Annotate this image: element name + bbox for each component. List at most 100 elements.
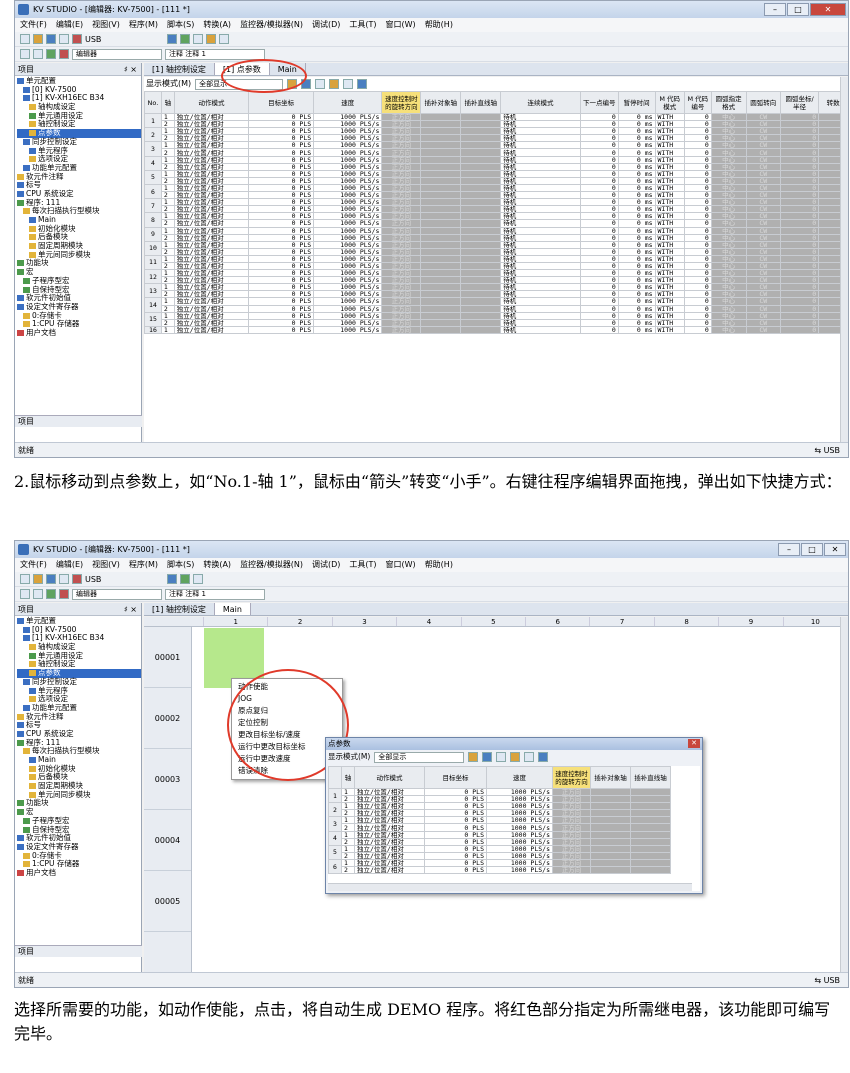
interp-line-cell[interactable] [460,226,502,235]
continuous-cell[interactable]: 待机 [500,219,581,228]
tree-item[interactable]: 每次扫描执行型模块 [17,206,141,216]
next-point-cell[interactable]: 0 [579,297,619,306]
mode-cell[interactable]: 独立/位置/相对 [354,816,425,825]
speed-cell[interactable]: 1000 PLS/s [313,297,383,306]
mode-cell[interactable]: 独立/位置/相对 [173,304,250,313]
mcode-mode-cell[interactable]: WITH [654,269,685,278]
target-cell[interactable]: 0 PLS [248,191,315,200]
arc-coord-cell[interactable]: 0 [779,247,820,256]
mode-cell[interactable]: 独立/位置/相对 [354,802,425,811]
mcode-mode-cell[interactable]: WITH [654,155,685,164]
transfer-icon[interactable] [167,34,178,44]
next-point-cell[interactable]: 0 [579,311,619,320]
table-row[interactable]: 16 1 独立/位置/相对 0 PLS 1000 PLS/s 正方向 待机 0 0 ms WITH… [144,325,848,334]
run-icon[interactable] [46,589,56,599]
interp-axis-cell[interactable] [590,795,631,804]
target-cell[interactable]: 0 PLS [248,120,315,129]
mode-cell[interactable]: 独立/位置/相对 [354,851,425,860]
speed-cell[interactable]: 1000 PLS/s [313,269,383,278]
table-row[interactable]: 2 独立/位置/相对 0 PLS 1000 PLS/s 正方向 待机 0 0 ms WITH 0 中… [145,134,848,143]
tree-item[interactable]: 用户文档 [17,868,141,878]
tree-item[interactable]: 单元通用设定 [17,651,141,661]
mode-cell[interactable]: 独立/位置/相对 [173,261,250,271]
interp-line-cell[interactable] [460,183,502,193]
speed-cell[interactable]: 1000 PLS/s [486,858,553,868]
target-cell[interactable]: 0 PLS [248,247,315,256]
interp-line-cell[interactable] [460,240,502,249]
dialog-horizontal-scrollbar[interactable] [328,883,692,891]
mcode-mode-cell[interactable]: WITH [654,169,685,178]
mode-cell[interactable]: 独立/位置/相对 [173,219,250,228]
target-cell[interactable]: 0 PLS [248,226,315,235]
arc-direction-cell[interactable]: CW [745,254,781,263]
target-cell[interactable]: 0 PLS [424,802,487,811]
arc-coord-cell[interactable]: 0 [779,290,820,299]
contact-icon[interactable] [20,49,30,59]
direction-cell[interactable]: 正方向 [381,205,422,214]
next-point-cell[interactable]: 0 [579,261,619,271]
table-row[interactable]: 13 1 独立/位置/相对 0 PLS 1000 PLS/s 正方向 待机 0 0 ms WITH… [144,283,848,299]
interp-line-cell[interactable] [460,141,502,150]
direction-cell[interactable]: 正方向 [381,276,422,285]
target-cell[interactable]: 0 PLS [424,787,487,797]
speed-cell[interactable]: 1000 PLS/s [313,233,383,242]
dwell-cell[interactable]: 0 ms [617,148,656,157]
menu-item[interactable]: 程序(M) [129,558,158,572]
speed-cell[interactable]: 1000 PLS/s [313,247,383,256]
dwell-cell[interactable]: 0 ms [617,205,656,214]
table-icon[interactable] [510,752,521,762]
axis-cell[interactable]: 1 [160,240,175,249]
next-point-cell[interactable]: 0 [579,233,619,242]
new-icon[interactable] [20,574,30,584]
speed-cell[interactable]: 1000 PLS/s [313,311,383,320]
mode-cell[interactable]: 独立/位置/相对 [354,830,425,839]
target-cell[interactable]: 0 PLS [248,283,315,292]
mode-cell[interactable]: 独立/位置/相对 [173,283,250,292]
direction-cell[interactable]: 正方向 [552,795,591,804]
table-row[interactable]: 2 独立/位置/相对 0 PLS 1000 PLS/s 正方向 待机 0 0 ms WITH 0 中… [145,304,848,313]
table-icon[interactable] [329,79,340,89]
mcode-number-cell[interactable]: 0 [683,112,712,122]
axis-cell[interactable]: 2 [160,191,175,200]
axis-cell[interactable]: 1 [160,297,175,306]
arc-coord-cell[interactable]: 0 [779,148,820,157]
target-cell[interactable]: 0 PLS [424,816,487,825]
speed-cell[interactable]: 1000 PLS/s [313,219,383,228]
axis-cell[interactable]: 2 [160,219,175,228]
direction-cell[interactable]: 正方向 [552,802,591,811]
arc-format-cell[interactable]: 中心 [710,120,747,129]
arc-format-cell[interactable]: 中心 [710,212,747,221]
axis-cell[interactable]: 2 [341,866,355,875]
mcode-number-cell[interactable]: 0 [683,141,712,150]
arc-direction-cell[interactable]: CW [745,120,781,129]
tree-item[interactable]: 初始化模块 [17,764,141,774]
speed-cell[interactable]: 1000 PLS/s [313,176,383,185]
menu-item[interactable]: 脚本(S) [167,18,194,32]
interp-axis-cell[interactable] [420,325,462,334]
mode-cell[interactable]: 独立/位置/相对 [354,795,425,804]
table-vertical-scrollbar[interactable] [840,77,848,442]
mcode-number-cell[interactable]: 0 [683,176,712,185]
interp-line-cell[interactable] [460,212,502,221]
interp-axis-cell[interactable] [420,191,462,200]
interp-line-cell[interactable] [460,269,502,278]
speed-cell[interactable]: 1000 PLS/s [313,205,383,214]
axis-cell[interactable]: 1 [160,212,175,221]
interp-line-cell[interactable] [460,134,502,143]
table-row[interactable]: 10 1 独立/位置/相对 0 PLS 1000 PLS/s 正方向 待机 0 0 ms WITH… [144,240,848,256]
arc-direction-cell[interactable]: CW [745,290,781,299]
interp-line-cell[interactable] [630,844,671,853]
mcode-number-cell[interactable]: 0 [683,283,712,292]
interp-axis-cell[interactable] [420,183,462,193]
arc-format-cell[interactable]: 中心 [710,191,747,200]
interp-line-cell[interactable] [460,276,502,285]
arc-direction-cell[interactable]: CW [745,219,781,228]
mode-cell[interactable]: 独立/位置/相对 [173,226,250,235]
interp-axis-cell[interactable] [590,866,631,875]
table-row[interactable]: 1 1 独立/位置/相对 0 PLS 1000 PLS/s 正方向 待机 0 0 ms WITH 0… [144,112,848,129]
arc-direction-cell[interactable]: CW [745,205,781,214]
next-point-cell[interactable]: 0 [579,191,619,200]
dwell-cell[interactable]: 0 ms [617,112,656,122]
axis-cell[interactable]: 2 [160,134,175,143]
axis-cell[interactable]: 2 [160,290,175,299]
